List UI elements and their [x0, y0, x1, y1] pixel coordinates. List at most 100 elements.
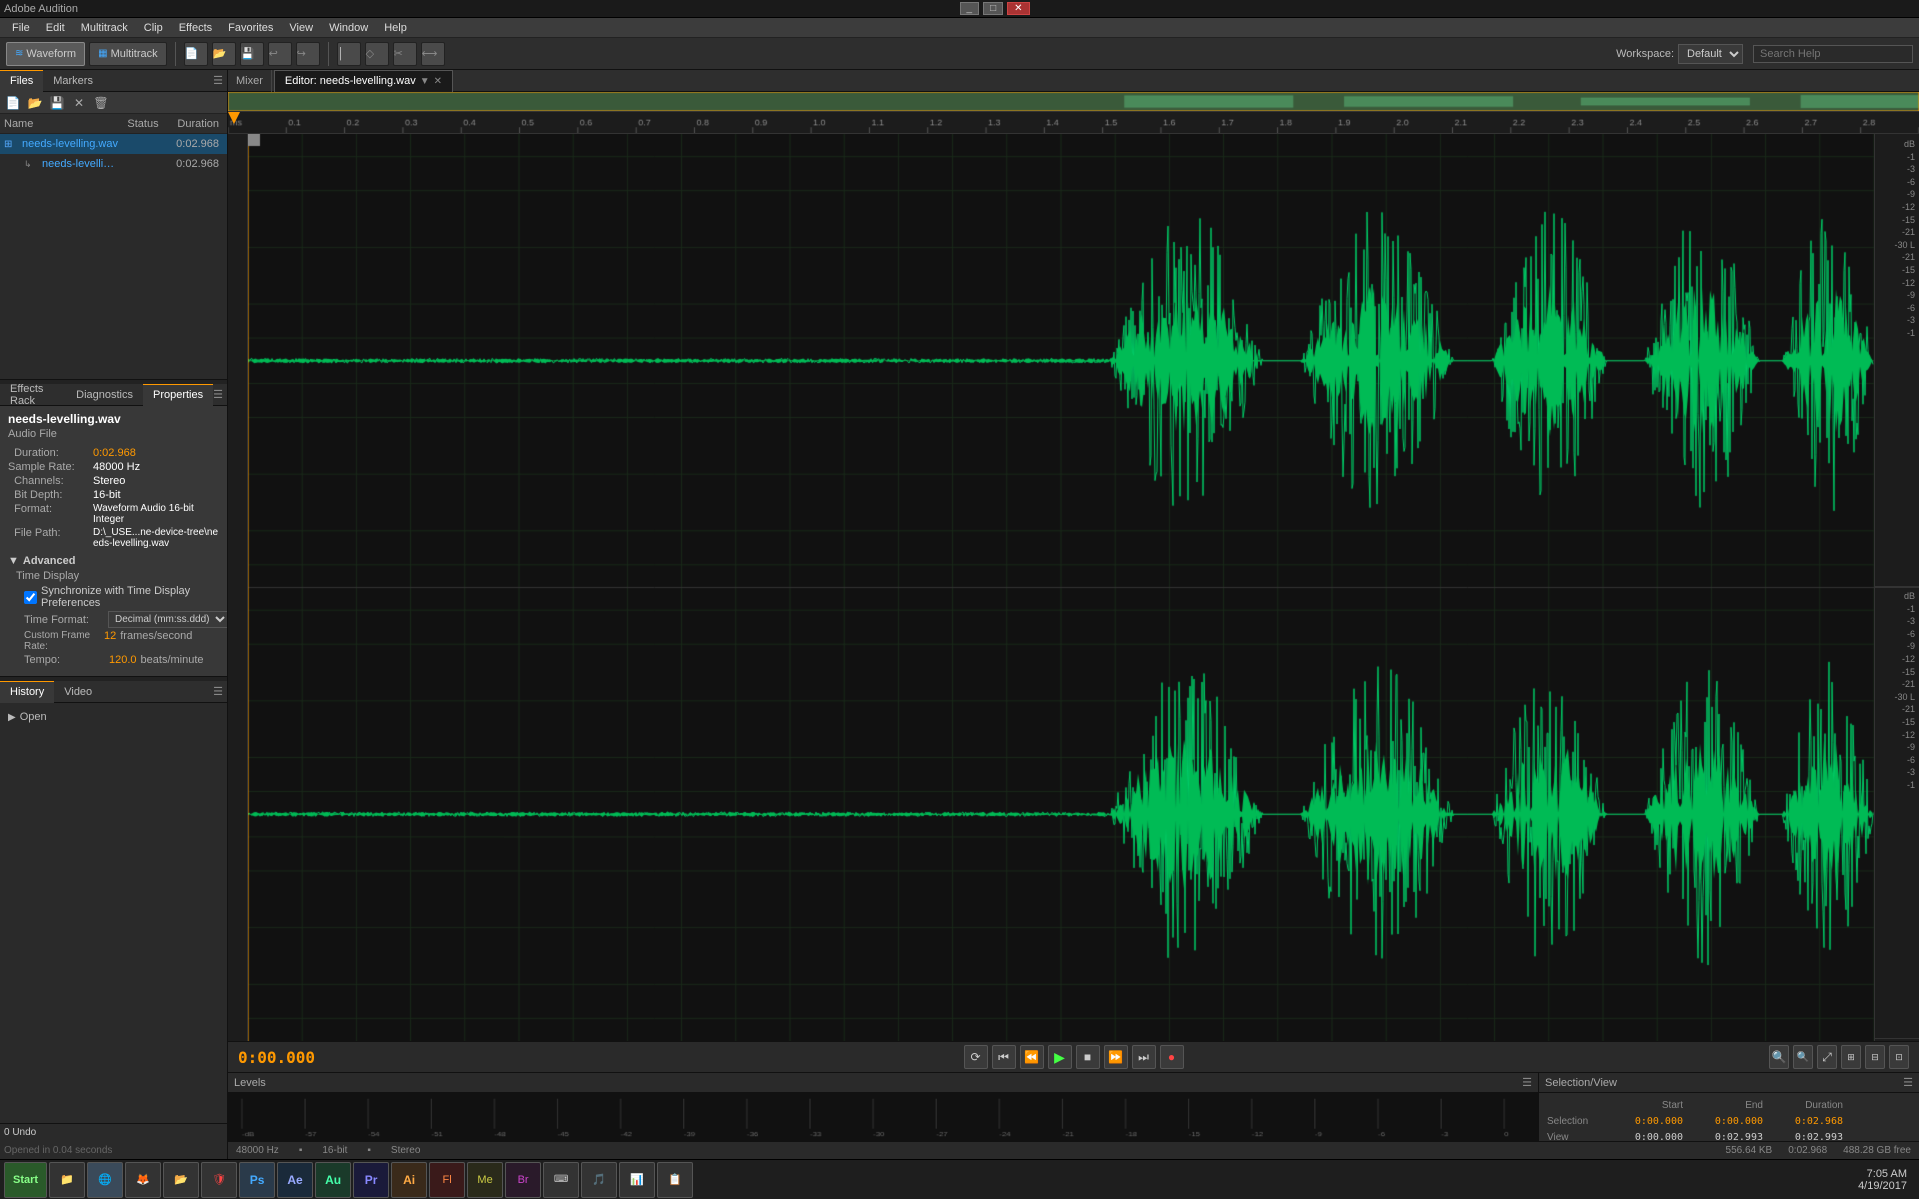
taskbar-explorer[interactable]: 📁 [49, 1162, 85, 1198]
files-header: Name Status Duration [0, 114, 227, 134]
close-file-btn[interactable]: ✕ [70, 94, 88, 112]
toolbar-marker-btn[interactable]: ◇ [365, 42, 389, 66]
mixer-label[interactable]: Mixer [228, 70, 272, 92]
history-item[interactable]: ▶ Open [4, 707, 223, 727]
tab-history[interactable]: History [0, 681, 54, 703]
tab-diagnostics[interactable]: Diagnostics [66, 384, 143, 406]
menu-favorites[interactable]: Favorites [220, 20, 281, 36]
ruler[interactable] [228, 112, 1919, 134]
menu-multitrack[interactable]: Multitrack [73, 20, 136, 36]
toolbar-slip-btn[interactable]: ⟷ [421, 42, 445, 66]
taskbar-firefox[interactable]: 🦊 [125, 1162, 161, 1198]
new-file-btn[interactable]: 📄 [4, 94, 22, 112]
taskbar-misc1[interactable]: 📊 [619, 1162, 655, 1198]
sv-sel-duration[interactable]: 0:02.968 [1767, 1116, 1847, 1127]
toolbar-save-btn[interactable]: 💾 [240, 42, 264, 66]
sv-sel-start[interactable]: 0:00.000 [1607, 1116, 1687, 1127]
menu-file[interactable]: File [4, 20, 38, 36]
sv-sel-end[interactable]: 0:00.000 [1687, 1116, 1767, 1127]
taskbar-photoshop[interactable]: Ps [239, 1162, 275, 1198]
taskbar-folder[interactable]: 📂 [163, 1162, 199, 1198]
taskbar-audition[interactable]: Au [315, 1162, 351, 1198]
time-format-select[interactable]: Decimal (mm:ss.ddd) [108, 611, 227, 628]
stop-btn[interactable]: ■ [1076, 1045, 1100, 1069]
windows-taskbar: Start 📁 🌐 🦊 📂 🛡 Ps Ae Au Pr Ai Fl Me Br … [0, 1159, 1919, 1199]
tab-files[interactable]: Files [0, 70, 43, 92]
zoom-fit-btn[interactable]: ⤢ [1817, 1045, 1837, 1069]
mini-timeline[interactable] [228, 92, 1919, 112]
close-btn[interactable]: ✕ [1007, 2, 1029, 15]
taskbar-flash[interactable]: Fl [429, 1162, 465, 1198]
toolbar-cursor-btn[interactable]: │ [337, 42, 361, 66]
fastfwd-btn[interactable]: ⏩ [1104, 1045, 1128, 1069]
delete-file-btn[interactable]: 🗑 [92, 94, 110, 112]
levels-close-btn[interactable]: ☰ [1522, 1076, 1532, 1089]
zoom-out-btn[interactable]: 🔍 [1793, 1045, 1813, 1069]
taskbar-after-effects[interactable]: Ae [277, 1162, 313, 1198]
save-file-btn[interactable]: 💾 [48, 94, 66, 112]
zoom-in-btn[interactable]: 🔍 [1769, 1045, 1789, 1069]
toolbar-open-btn[interactable]: 📂 [212, 42, 236, 66]
left-panel-empty [0, 831, 227, 1123]
taskbar-encoder[interactable]: Me [467, 1162, 503, 1198]
sync-checkbox[interactable] [24, 591, 37, 604]
taskbar-bridge[interactable]: Br [505, 1162, 541, 1198]
props-channels-label: Channels: [8, 475, 93, 487]
history-panel-menu-btn[interactable]: ☰ [213, 685, 227, 698]
toolbar-new-btn[interactable]: 📄 [184, 42, 208, 66]
play-btn[interactable]: ▶ [1048, 1045, 1072, 1069]
menu-clip[interactable]: Clip [136, 20, 171, 36]
taskbar-security[interactable]: 🛡 [201, 1162, 237, 1198]
search-input[interactable] [1753, 45, 1913, 63]
next-btn[interactable]: ⏭ [1132, 1045, 1156, 1069]
tab-markers[interactable]: Markers [43, 70, 103, 92]
taskbar-chrome[interactable]: 🌐 [87, 1162, 123, 1198]
left-db-strip [228, 134, 248, 1041]
props-filepath-label: File Path: [8, 527, 93, 549]
menu-window[interactable]: Window [321, 20, 376, 36]
loop-btn[interactable]: ⟳ [964, 1045, 988, 1069]
taskbar-illustrator[interactable]: Ai [391, 1162, 427, 1198]
zoom-all-out-btn[interactable]: ⊟ [1865, 1045, 1885, 1069]
minimize-btn[interactable]: _ [960, 2, 980, 15]
file-item[interactable]: ⊞ needs-levelling.wav 0:02.968 [0, 134, 227, 154]
waveform-mode-btn[interactable]: ≋ Waveform [6, 42, 85, 66]
zoom-sel-btn[interactable]: ⊡ [1889, 1045, 1909, 1069]
waveform-canvas-area[interactable] [248, 134, 1874, 1041]
prev-btn[interactable]: ⏮ [992, 1045, 1016, 1069]
maximize-btn[interactable]: □ [983, 2, 1003, 15]
selview-close-btn[interactable]: ☰ [1903, 1076, 1913, 1089]
workspace-select[interactable]: Default [1678, 44, 1743, 64]
tab-dropdown-icon[interactable]: ▼ [420, 76, 430, 87]
props-advanced-section[interactable]: ▼ Advanced [8, 555, 219, 567]
sync-checkbox-label[interactable]: Synchronize with Time Display Preference… [24, 585, 219, 609]
files-panel-menu-btn[interactable]: ☰ [213, 74, 227, 87]
multitrack-mode-btn[interactable]: ▦ Multitrack [89, 42, 167, 66]
files-panel: Files Markers ☰ 📄 📂 💾 ✕ 🗑 Name Status Du… [0, 70, 227, 380]
editor-tab[interactable]: Editor: needs-levelling.wav ▼ ✕ [274, 70, 453, 92]
props-panel-menu-btn[interactable]: ☰ [213, 388, 227, 401]
selview-title: Selection/View [1545, 1077, 1617, 1089]
taskbar-media[interactable]: 🎵 [581, 1162, 617, 1198]
menu-view[interactable]: View [281, 20, 321, 36]
menu-effects[interactable]: Effects [171, 20, 220, 36]
taskbar-premiere[interactable]: Pr [353, 1162, 389, 1198]
tab-properties[interactable]: Properties [143, 384, 213, 406]
zoom-all-in-btn[interactable]: ⊞ [1841, 1045, 1861, 1069]
toolbar-razor-btn[interactable]: ✂ [393, 42, 417, 66]
menu-help[interactable]: Help [376, 20, 415, 36]
menu-edit[interactable]: Edit [38, 20, 73, 36]
toolbar-undo-btn[interactable]: ↩ [268, 42, 292, 66]
start-btn[interactable]: Start [4, 1162, 47, 1198]
tab-video[interactable]: Video [54, 681, 102, 703]
record-btn[interactable]: ● [1160, 1045, 1184, 1069]
taskbar-terminal[interactable]: ⌨ [543, 1162, 579, 1198]
toolbar-redo-btn[interactable]: ↪ [296, 42, 320, 66]
open-file-btn[interactable]: 📂 [26, 94, 44, 112]
taskbar-misc2[interactable]: 📋 [657, 1162, 693, 1198]
file-item[interactable]: ↳ needs-levelling-fixed.wav 0:02.968 [0, 154, 227, 174]
tab-effects-rack[interactable]: Effects Rack [0, 384, 66, 406]
rewind-btn[interactable]: ⏪ [1020, 1045, 1044, 1069]
tab-close-icon[interactable]: ✕ [434, 76, 442, 87]
props-content: needs-levelling.wav Audio File Duration:… [0, 406, 227, 676]
